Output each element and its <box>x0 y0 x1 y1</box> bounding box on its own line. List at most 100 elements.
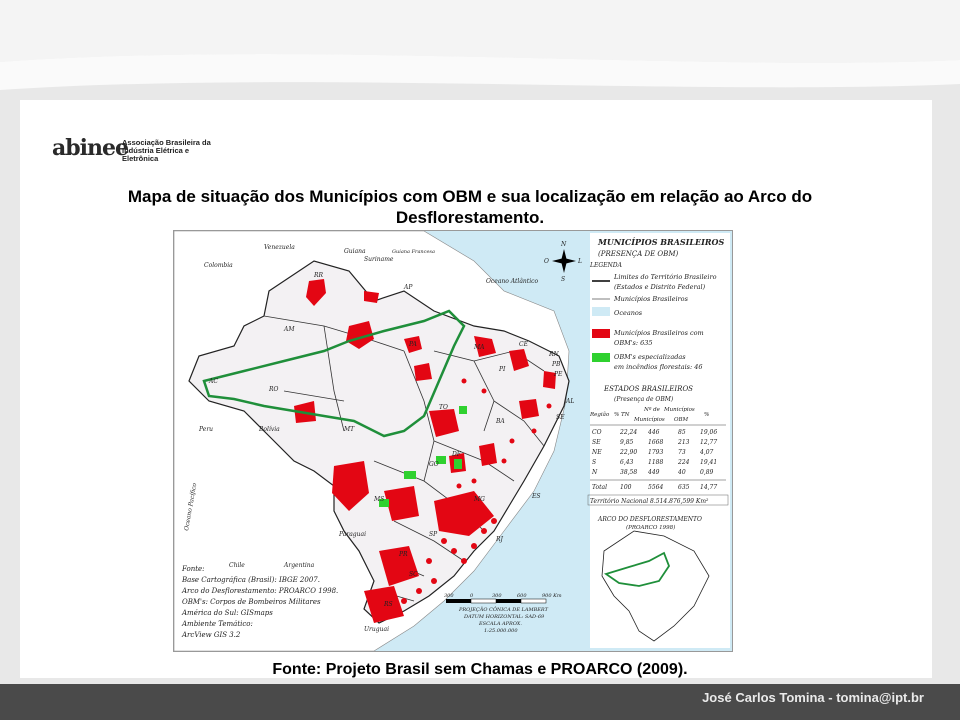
compass-l: L <box>577 258 582 265</box>
state-es: ES <box>531 493 541 500</box>
total-label: Total <box>592 484 607 491</box>
footer-author: José Carlos Tomina - tomina@ipt.br <box>702 690 924 705</box>
state-rj: RJ <box>495 536 504 543</box>
state-al: AL <box>565 398 574 405</box>
compass-s: S <box>561 276 565 283</box>
th-tn: % TN <box>614 412 630 418</box>
legend-forest-2: em incêndios florestais: 46 <box>614 363 703 371</box>
table-cell: 4,07 <box>699 449 714 456</box>
table-cell: 73 <box>678 449 686 456</box>
territory-area: Território Nacional 8.514.876,599 Km² <box>590 498 709 505</box>
projection-1: PROJEÇÃO CÔNICA DE LAMBERT <box>458 605 549 613</box>
legend-limites-2: (Estados e Distrito Federal) <box>614 283 706 291</box>
table-cell: 213 <box>677 439 690 446</box>
projection-3: ESCALA APROX. <box>478 621 522 627</box>
table-cell: 1188 <box>648 459 663 466</box>
scale-300a: 300 <box>444 593 454 599</box>
table-cell: 449 <box>647 469 660 476</box>
table-cell: 1793 <box>648 449 663 456</box>
total-tn: 100 <box>620 484 632 491</box>
state-to: TO <box>439 404 448 411</box>
state-ro: RO <box>268 386 279 393</box>
table-cell: CO <box>592 429 602 436</box>
slide-title: Mapa de situação dos Municípios com OBM … <box>127 187 813 227</box>
state-pa: PA <box>408 341 417 348</box>
legend-limites: Limites do Território Brasileiro <box>613 273 717 281</box>
country-guiana-francesa: Guiana Francesa <box>392 249 435 255</box>
slide-caption: Fonte: Projeto Brasil sem Chamas e PROAR… <box>272 661 688 678</box>
country-uruguai: Uruguai <box>364 626 389 633</box>
map-heading2: (PRESENÇA DE OBM) <box>598 250 678 258</box>
source-0: Fonte: <box>181 565 205 573</box>
country-colombia: Colombia <box>204 262 233 269</box>
compass-n: N <box>560 241 567 248</box>
state-go: GO <box>429 461 439 468</box>
table-cell: 9,85 <box>620 439 634 446</box>
country-peru: Peru <box>198 426 213 433</box>
state-pi: PI <box>498 366 506 373</box>
country-guiana: Guiana <box>344 248 366 255</box>
compass-o: O <box>544 258 549 265</box>
legend-obm-2: OBM's: 635 <box>614 339 653 347</box>
legend-oceanos: Oceanos <box>614 309 643 317</box>
logo-org-line2: Indústria Elétrica e Eletrônica <box>122 146 190 163</box>
table-cell: N <box>591 469 598 476</box>
state-pr: PR <box>398 551 408 558</box>
source-2: Arco do Desflorestamento: PROARCO 1998. <box>181 587 338 595</box>
legend-municipios: Municípios Brasileiros <box>613 295 689 303</box>
projection-4: 1:25.000.000 <box>484 628 518 634</box>
th-nde: Nº de <box>643 406 661 413</box>
state-ac: AC <box>208 378 218 385</box>
legend-forest: OBM's especializadas <box>614 353 686 361</box>
country-bolivia: Bolívia <box>258 426 280 433</box>
state-ba: BA <box>495 418 505 425</box>
scale-600: 600 <box>517 593 527 599</box>
th-municipios2: Municípios <box>633 416 665 423</box>
abinee-logo: abinee Associação Brasileira da Indústri… <box>38 113 230 179</box>
total-municipios: 5564 <box>648 484 663 491</box>
table-cell: 22,90 <box>619 449 637 456</box>
state-ms: MS <box>373 496 384 503</box>
table-cell: 85 <box>678 429 686 436</box>
state-mt: MT <box>343 426 355 433</box>
state-am: AM <box>283 326 295 333</box>
th-municipios: Municípios <box>663 406 695 413</box>
state-ma: MA <box>473 344 485 351</box>
scale-300b: 300 <box>492 593 502 599</box>
th-pct: % <box>704 412 709 418</box>
table-cell: 38,58 <box>620 469 637 476</box>
table-cell: 446 <box>647 429 660 436</box>
source-4: América do Sul: GISmaps <box>181 609 273 617</box>
table-cell: 19,06 <box>700 429 717 436</box>
state-pb: PB <box>551 361 561 368</box>
logo-org-name: Associação Brasileira da Indústria Elétr… <box>122 139 226 163</box>
total-pct: 14,77 <box>700 484 717 491</box>
map-heading1: MUNICÍPIOS BRASILEIROS <box>597 237 725 247</box>
table-cell: S <box>592 459 596 466</box>
state-pe: PE <box>553 371 563 378</box>
total-obm: 635 <box>678 484 690 491</box>
country-chile: Chile <box>229 562 245 569</box>
th-obm: OBM <box>674 417 689 423</box>
state-ap: AP <box>403 284 413 291</box>
projection-2: DATUM HORIZONTAL: SAD-69 <box>463 614 545 620</box>
country-suriname: Suriname <box>364 256 394 263</box>
state-rn: RN <box>548 351 560 358</box>
state-se: SE <box>556 414 565 421</box>
table-cell: 19,41 <box>700 459 717 466</box>
table-cell: NE <box>591 449 602 456</box>
country-venezuela: Venezuela <box>264 244 295 251</box>
ocean-atlantic-label: Oceano Atlântico <box>486 278 538 285</box>
state-sc: SC <box>409 571 418 578</box>
table-cell: SE <box>592 439 601 446</box>
state-df: DF <box>451 451 462 458</box>
table-cell: 224 <box>677 459 690 466</box>
country-paraguai: Paraguai <box>338 531 366 538</box>
country-argentina: Argentina <box>283 562 315 569</box>
legend-title: LEGENDA <box>589 262 623 269</box>
arco-title1: ARCO DO DESFLORESTAMENTO <box>597 516 702 523</box>
logo-mark: abinee <box>52 135 129 161</box>
table-cell: 12,77 <box>700 439 717 446</box>
table-cell: 0,89 <box>700 469 714 476</box>
state-rs: RS <box>383 601 393 608</box>
